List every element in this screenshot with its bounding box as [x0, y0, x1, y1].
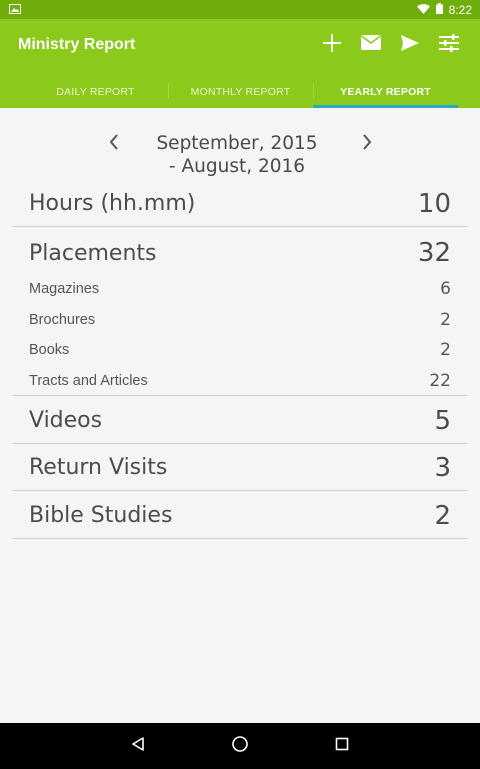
return-visits-row: Return Visits 3 — [13, 445, 467, 491]
tracts-row: Tracts and Articles 22 — [13, 366, 467, 396]
placements-value: 32 — [417, 238, 451, 268]
period-selector: September, 2015 - August, 2016 — [0, 127, 480, 183]
videos-label: Videos — [29, 408, 103, 433]
wifi-icon — [416, 3, 430, 17]
magazines-row: Magazines 6 — [13, 274, 467, 304]
settings-button[interactable] — [429, 25, 468, 65]
videos-row: Videos 5 — [13, 398, 467, 444]
toolbar-actions — [312, 25, 468, 65]
brochures-row: Brochures 2 — [13, 305, 467, 335]
home-button[interactable] — [189, 723, 291, 769]
tab-yearly-report[interactable]: YEARLY REPORT — [313, 75, 458, 108]
send-button[interactable] — [390, 25, 429, 65]
placements-label: Placements — [29, 240, 157, 266]
magazines-value: 6 — [440, 279, 451, 299]
return-visits-label: Return Visits — [29, 455, 168, 480]
brochures-label: Brochures — [29, 312, 96, 328]
home-circle-icon — [231, 735, 249, 758]
next-period-button[interactable] — [352, 129, 382, 159]
email-button[interactable] — [351, 25, 390, 65]
bible-studies-label: Bible Studies — [29, 503, 173, 528]
status-right: 8:22 — [416, 2, 472, 17]
recents-button[interactable] — [291, 723, 393, 769]
hours-label: Hours (hh.mm) — [29, 191, 196, 216]
status-bar: 8:22 — [0, 0, 480, 19]
hours-value: 10 — [417, 188, 451, 219]
magazines-label: Magazines — [29, 281, 100, 297]
placements-row: Placements 32 — [13, 228, 467, 278]
back-button[interactable] — [87, 723, 189, 769]
chevron-right-icon — [362, 133, 372, 155]
settings-sliders-icon — [438, 33, 459, 57]
books-row: Books 2 — [13, 335, 467, 365]
tracts-value: 22 — [429, 370, 451, 391]
mail-icon — [360, 35, 381, 55]
return-visits-value: 3 — [434, 452, 451, 483]
report-content: September, 2015 - August, 2016 Hours (hh… — [0, 108, 480, 723]
tab-monthly-report[interactable]: MONTHLY REPORT — [168, 75, 313, 108]
gallery-notification-icon — [9, 1, 21, 19]
battery-icon — [435, 2, 443, 17]
app-bar: Ministry Report DAILY REPORT MONTHLY REP… — [0, 19, 480, 108]
bible-studies-value: 2 — [434, 500, 451, 531]
hours-row: Hours (hh.mm) 10 — [13, 181, 467, 227]
chevron-left-icon — [109, 133, 119, 155]
books-label: Books — [29, 342, 70, 358]
period-start: September, 2015 — [156, 133, 318, 154]
tab-daily-report[interactable]: DAILY REPORT — [23, 75, 168, 108]
tracts-label: Tracts and Articles — [29, 372, 148, 389]
videos-value: 5 — [434, 405, 451, 436]
period-end: - August, 2016 — [168, 156, 306, 177]
system-nav-bar — [0, 723, 480, 769]
add-button[interactable] — [312, 25, 351, 65]
send-icon — [400, 34, 419, 56]
toolbar: Ministry Report — [0, 19, 480, 71]
status-time: 8:22 — [448, 2, 472, 17]
app-title: Ministry Report — [18, 36, 136, 53]
report-tabs: DAILY REPORT MONTHLY REPORT YEARLY REPOR… — [23, 75, 458, 108]
books-value: 2 — [440, 340, 451, 360]
brochures-value: 2 — [440, 310, 451, 330]
bible-studies-row: Bible Studies 2 — [13, 493, 467, 539]
recents-square-icon — [335, 737, 349, 756]
back-triangle-icon — [130, 736, 146, 757]
period-label: September, 2015 - August, 2016 — [120, 132, 354, 178]
add-icon — [322, 33, 342, 58]
